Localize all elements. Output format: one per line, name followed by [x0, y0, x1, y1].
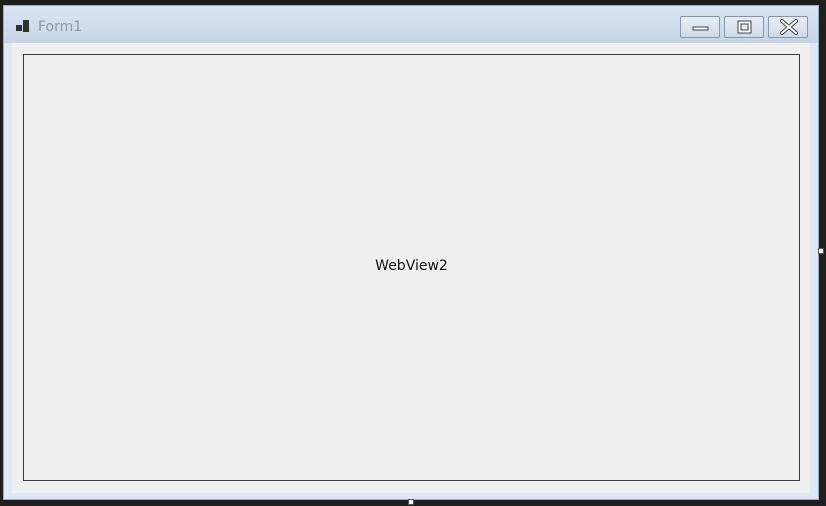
webview2-control[interactable]: WebView2 [23, 54, 800, 481]
resize-handle-right[interactable] [818, 248, 824, 254]
form-window[interactable]: Form1 WebView2 [3, 5, 819, 500]
minimize-button[interactable] [680, 16, 720, 38]
resize-handle-bottom[interactable] [408, 499, 414, 505]
close-button[interactable] [768, 16, 808, 38]
maximize-icon [737, 20, 752, 34]
webview2-label: WebView2 [375, 258, 448, 274]
window-title: Form1 [38, 19, 83, 35]
close-icon [780, 19, 798, 35]
form-client-area[interactable]: WebView2 [12, 43, 810, 493]
minimize-icon [692, 26, 709, 31]
title-bar[interactable]: Form1 [4, 6, 818, 43]
form-icon [15, 18, 31, 34]
maximize-button[interactable] [724, 16, 764, 38]
